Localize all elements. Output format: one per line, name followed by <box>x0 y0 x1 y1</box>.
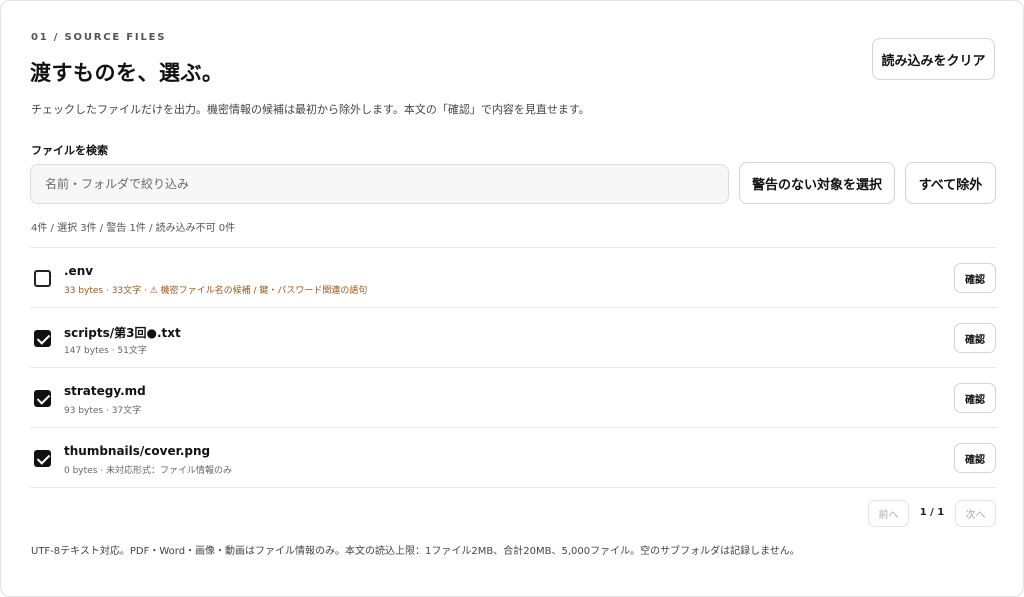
footer-note: UTF-8テキスト対応。PDF・Word・画像・動画はファイル情報のみ。本文の読… <box>31 546 800 557</box>
file-meta: 93 bytes · 37文字 <box>64 406 142 416</box>
confirm-button[interactable]: 確認 <box>954 323 996 353</box>
search-input[interactable] <box>30 164 729 204</box>
select-safe-button[interactable]: 警告のない対象を選択 <box>739 162 895 204</box>
confirm-button[interactable]: 確認 <box>954 443 996 473</box>
pager-next-button[interactable]: 次へ <box>955 500 996 527</box>
file-checkbox[interactable] <box>34 270 51 287</box>
file-meta: 0 bytes · 未対応形式：ファイル情報のみ <box>64 466 232 476</box>
pager-prev-button[interactable]: 前へ <box>868 500 909 527</box>
file-row: strategy.md 93 bytes · 37文字 確認 <box>30 368 996 428</box>
source-files-panel: 01 / SOURCE FILES 渡すものを、選ぶ。 チェックしたファイルだけ… <box>0 0 1024 597</box>
page-description: チェックしたファイルだけを出力。機密情報の候補は最初から除外します。本文の「確認… <box>31 103 590 116</box>
exclude-all-button[interactable]: すべて除外 <box>905 162 996 204</box>
pager-indicator: 1 / 1 <box>919 507 945 518</box>
file-checkbox[interactable] <box>34 330 51 347</box>
search-label: ファイルを検索 <box>31 144 108 157</box>
page-title: 渡すものを、選ぶ。 <box>30 61 224 85</box>
file-checkbox[interactable] <box>34 450 51 467</box>
selection-summary: 4件 / 選択 3件 / 警告 1件 / 読み込み不可 0件 <box>31 223 236 234</box>
file-name: scripts/第3回●.txt <box>64 326 181 340</box>
file-row: .env 33 bytes · 33文字 · ⚠ 機密ファイル名の候補 / 鍵・… <box>30 248 996 308</box>
file-name: .env <box>64 264 94 278</box>
confirm-button[interactable]: 確認 <box>954 263 996 293</box>
file-meta: 147 bytes · 51文字 <box>64 346 147 356</box>
file-checkbox[interactable] <box>34 390 51 407</box>
file-name: strategy.md <box>64 384 146 398</box>
file-row: scripts/第3回●.txt 147 bytes · 51文字 確認 <box>30 308 996 368</box>
file-list: .env 33 bytes · 33文字 · ⚠ 機密ファイル名の候補 / 鍵・… <box>30 247 996 488</box>
file-row: thumbnails/cover.png 0 bytes · 未対応形式：ファイ… <box>30 428 996 488</box>
file-meta: 33 bytes · 33文字 · ⚠ 機密ファイル名の候補 / 鍵・パスワード… <box>64 286 368 296</box>
file-name: thumbnails/cover.png <box>64 444 211 458</box>
confirm-button[interactable]: 確認 <box>954 383 996 413</box>
clear-loaded-button[interactable]: 読み込みをクリア <box>872 38 995 80</box>
section-eyebrow: 01 / SOURCE FILES <box>31 32 167 43</box>
